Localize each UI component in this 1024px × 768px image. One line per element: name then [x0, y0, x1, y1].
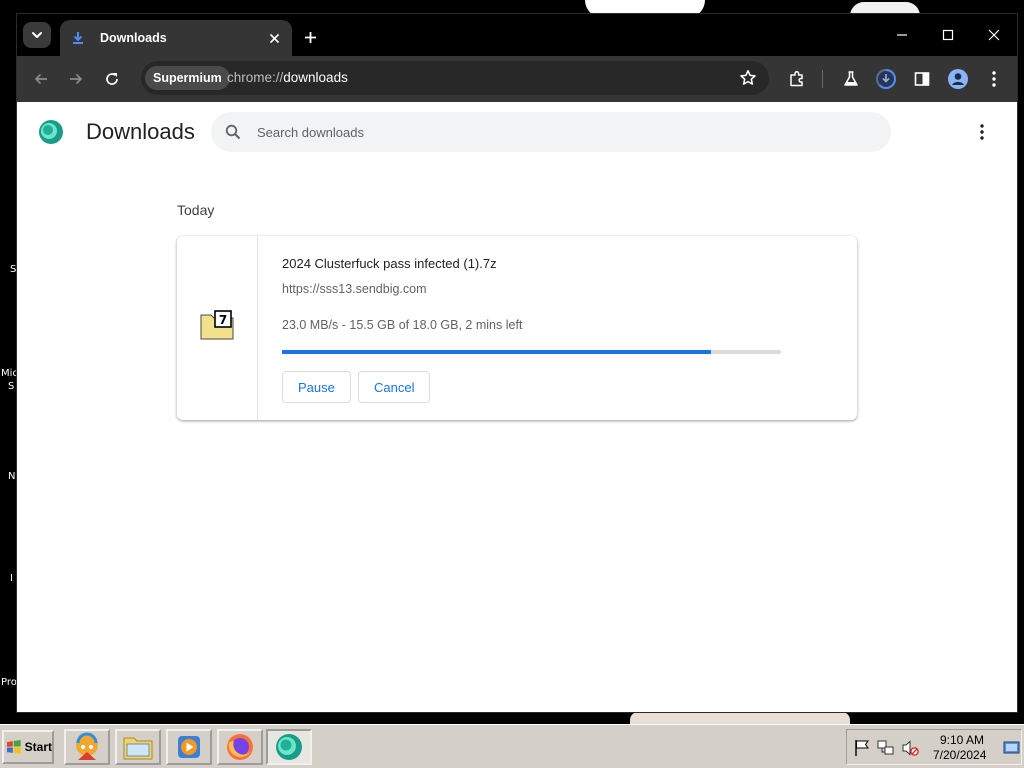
new-tab-button[interactable] — [299, 26, 321, 48]
maximize-icon — [942, 29, 954, 41]
cancel-button[interactable]: Cancel — [358, 371, 431, 403]
tab-downloads[interactable]: Downloads — [60, 20, 292, 56]
more-vert-icon — [980, 124, 984, 140]
download-filename[interactable]: 2024 Clusterfuck pass infected (1).7z — [282, 256, 497, 271]
page-title: Downloads — [86, 119, 195, 144]
plus-icon — [304, 31, 316, 43]
search-icon — [225, 124, 241, 140]
arrow-left-icon — [34, 73, 47, 85]
taskbar-app-explorer[interactable] — [115, 729, 161, 765]
minimize-icon — [897, 34, 907, 36]
reload-icon — [106, 73, 118, 85]
close-window-button[interactable] — [971, 22, 1017, 48]
puzzle-icon — [790, 70, 803, 87]
desktop-icon-label[interactable]: Pro — [1, 677, 17, 688]
extensions-button[interactable] — [785, 67, 809, 91]
browser-brand-chip[interactable]: Supermium — [145, 66, 230, 90]
show-desktop-icon[interactable] — [1003, 739, 1021, 757]
download-progress-fill — [282, 350, 712, 354]
desktop-icon-label[interactable]: I — [10, 573, 13, 584]
media-player-icon — [178, 736, 200, 758]
close-icon — [988, 29, 1000, 41]
tab-strip: Downloads — [17, 14, 1017, 56]
taskbar-app-supermium[interactable] — [266, 729, 312, 765]
supermium-logo-icon — [39, 120, 63, 144]
taskbar: Start 9:10 AM 7/20/2024 — [0, 724, 1024, 768]
close-icon — [269, 33, 279, 43]
account-icon — [948, 69, 968, 89]
volume-muted-icon[interactable] — [901, 739, 919, 757]
winamp-icon — [76, 732, 98, 760]
windows-flag-icon — [6, 740, 21, 754]
chevron-down-icon — [32, 32, 42, 38]
system-tray: 9:10 AM 7/20/2024 — [846, 729, 1022, 765]
download-status: 23.0 MB/s - 15.5 GB of 18.0 GB, 2 mins l… — [282, 318, 523, 332]
svg-text:7: 7 — [219, 313, 227, 327]
toolbar: Supermium chrome://downloads — [17, 56, 1017, 102]
browser-window: Downloads Supermium chrome://downloads D… — [16, 13, 1018, 713]
maximize-button[interactable] — [925, 22, 971, 48]
download-source-url[interactable]: https://sss13.sendbig.com — [282, 282, 427, 296]
tab-title: Downloads — [100, 31, 167, 45]
search-input[interactable] — [257, 112, 857, 152]
download-progress-icon — [876, 68, 897, 89]
side-panel-icon — [914, 72, 930, 86]
forward-button[interactable] — [64, 67, 88, 91]
labs-button[interactable] — [839, 67, 863, 91]
downloads-page: Downloads Today 7 2024 Clusterfuck pa — [17, 102, 1017, 712]
download-icon — [70, 30, 86, 46]
taskbar-app-firefox[interactable] — [217, 729, 263, 765]
taskbar-app-media-player[interactable] — [166, 729, 212, 765]
date-section-label: Today — [177, 202, 215, 218]
close-tab-button[interactable] — [266, 30, 282, 46]
reload-button[interactable] — [100, 67, 124, 91]
taskbar-app-winamp[interactable] — [64, 729, 110, 765]
clock-time[interactable]: 9:10 AM — [940, 733, 984, 747]
action-center-flag-icon[interactable] — [853, 739, 871, 757]
search-downloads-box[interactable] — [211, 112, 891, 152]
supermium-icon — [276, 734, 302, 760]
url-prefix: chrome:// — [227, 70, 284, 85]
7z-archive-file-icon: 7 — [200, 310, 234, 340]
desktop-icon-label[interactable]: N — [8, 471, 15, 482]
back-button[interactable] — [29, 67, 53, 91]
firefox-icon — [227, 734, 253, 760]
folder-icon — [123, 737, 153, 760]
page-menu-button[interactable] — [973, 121, 991, 143]
downloads-button[interactable] — [874, 67, 898, 91]
url-host: downloads — [283, 70, 348, 85]
side-panel-button[interactable] — [910, 67, 934, 91]
file-icon-column: 7 — [177, 236, 258, 420]
desktop-icon-label[interactable]: S — [8, 381, 14, 392]
arrow-right-icon — [70, 73, 83, 85]
wallpaper-fragment — [630, 712, 850, 724]
pause-button[interactable]: Pause — [282, 371, 351, 403]
download-progress-bar — [282, 350, 781, 354]
flask-icon — [844, 71, 858, 86]
network-icon[interactable] — [877, 739, 895, 757]
tab-search-button[interactable] — [23, 22, 51, 48]
profile-button[interactable] — [946, 67, 970, 91]
url-text[interactable]: chrome://downloads — [227, 70, 348, 85]
more-vert-icon — [992, 71, 996, 87]
bookmark-star-icon[interactable] — [739, 69, 757, 87]
toolbar-separator — [822, 70, 823, 88]
browser-menu-button[interactable] — [982, 67, 1006, 91]
start-label: Start — [24, 740, 52, 754]
download-item-card: 7 2024 Clusterfuck pass infected (1).7z … — [177, 236, 857, 420]
minimize-button[interactable] — [879, 22, 925, 48]
start-button[interactable]: Start — [2, 730, 54, 764]
address-bar[interactable]: Supermium chrome://downloads — [141, 61, 769, 95]
clock-date[interactable]: 7/20/2024 — [933, 748, 986, 762]
